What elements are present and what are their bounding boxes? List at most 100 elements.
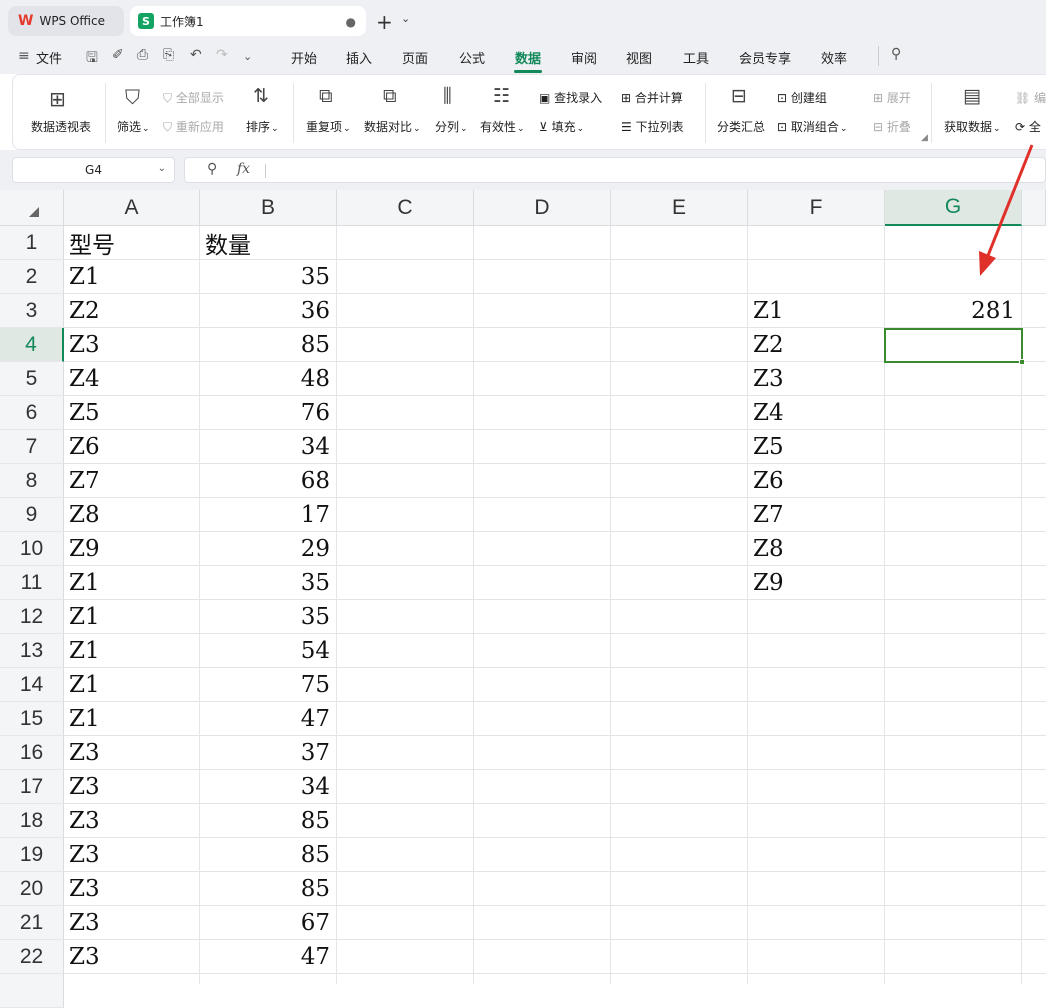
cell-b5[interactable]: 48 [200, 362, 336, 396]
expand-button[interactable]: ⊞ 展开 [873, 89, 911, 106]
column-header-h-partial[interactable] [1022, 190, 1046, 226]
cell-f8[interactable]: Z6 [748, 464, 884, 498]
column-header-e[interactable]: E [611, 190, 748, 226]
fill-handle[interactable] [1019, 359, 1025, 365]
row-header-14[interactable]: 14 [0, 668, 64, 702]
cell-b3[interactable]: 36 [200, 294, 336, 328]
tab-workbook[interactable]: S 工作簿1 ● [130, 6, 366, 36]
row-header-4[interactable]: 4 [0, 328, 64, 362]
cell-b7[interactable]: 34 [200, 430, 336, 464]
compare-button[interactable]: 数据对比⌄ [364, 118, 421, 135]
menu-tools[interactable]: 工具 [683, 48, 709, 67]
get-data-icon[interactable]: ▤ [963, 85, 981, 107]
cell-a22[interactable]: Z3 [64, 940, 199, 974]
column-header-b[interactable]: B [200, 190, 337, 226]
subtotal-icon[interactable]: ⊟ [731, 85, 747, 107]
cell-a8[interactable]: Z7 [64, 464, 199, 498]
filter-icon[interactable]: ⛉ [125, 85, 140, 109]
menu-member[interactable]: 会员专享 [739, 48, 791, 67]
cell-a3[interactable]: Z2 [64, 294, 199, 328]
row-header-9[interactable]: 9 [0, 498, 64, 532]
subtotal-button[interactable]: 分类汇总 [717, 118, 765, 135]
row-header-1[interactable]: 1 [0, 226, 64, 260]
row-header-8[interactable]: 8 [0, 464, 64, 498]
cell-a13[interactable]: Z1 [64, 634, 199, 668]
sort-button[interactable]: 排序⌄ [246, 118, 279, 135]
cell-f5[interactable]: Z3 [748, 362, 884, 396]
find-entry-button[interactable]: ▣ 查找录入 [539, 89, 602, 106]
column-header-d[interactable]: D [474, 190, 611, 226]
cell-b6[interactable]: 76 [200, 396, 336, 430]
cell-b15[interactable]: 47 [200, 702, 336, 736]
fold-button[interactable]: ⊟ 折叠 [873, 118, 911, 135]
menu-file[interactable]: 文件 [36, 48, 62, 67]
cell-f6[interactable]: Z4 [748, 396, 884, 430]
refresh-all-button[interactable]: ⟳ 全 [1015, 118, 1041, 135]
ribbon-expand-corner-icon[interactable]: ◢ [921, 133, 928, 143]
cell-b22[interactable]: 47 [200, 940, 336, 974]
filter-button[interactable]: 筛选⌄ [117, 118, 150, 135]
menu-view[interactable]: 视图 [626, 48, 652, 67]
cell-a6[interactable]: Z5 [64, 396, 199, 430]
search-icon[interactable]: ⚲ [891, 46, 901, 62]
brush-icon[interactable]: ✐ [112, 47, 124, 63]
validity-button[interactable]: 有效性⌄ [480, 118, 525, 135]
cell-a9[interactable]: Z8 [64, 498, 199, 532]
redo-icon[interactable]: ↷ [216, 47, 228, 63]
edit-links-button[interactable]: ⛓ 编 [1015, 89, 1046, 106]
pivot-table-button[interactable]: 数据透视表 [31, 118, 91, 135]
cell-b4[interactable]: 85 [200, 328, 336, 362]
cell-a10[interactable]: Z9 [64, 532, 199, 566]
show-all-button[interactable]: ⛉ 全部显示 [163, 89, 224, 106]
row-header-20[interactable]: 20 [0, 872, 64, 906]
sort-icon[interactable]: ⇅ [253, 85, 269, 107]
row-header-22[interactable]: 22 [0, 940, 64, 974]
cell-a4[interactable]: Z3 [64, 328, 199, 362]
row-header-2[interactable]: 2 [0, 260, 64, 294]
hamburger-icon[interactable]: ≡ [18, 48, 30, 64]
select-all-corner[interactable] [0, 190, 64, 226]
cell-b13[interactable]: 54 [200, 634, 336, 668]
cell-b16[interactable]: 37 [200, 736, 336, 770]
formula-input[interactable]: ⚲ fx [184, 157, 1046, 183]
undo-icon[interactable]: ↶ [190, 47, 202, 63]
new-tab-button[interactable]: + [376, 10, 393, 34]
fx-icon[interactable]: fx [237, 161, 250, 177]
quick-access-chevron-icon[interactable]: ⌄ [243, 50, 252, 63]
cell-f7[interactable]: Z5 [748, 430, 884, 464]
row-header-19[interactable]: 19 [0, 838, 64, 872]
row-header-18[interactable]: 18 [0, 804, 64, 838]
name-box-chevron-icon[interactable]: ⌄ [158, 163, 166, 174]
cell-b9[interactable]: 17 [200, 498, 336, 532]
cell-b14[interactable]: 75 [200, 668, 336, 702]
menu-formula[interactable]: 公式 [459, 48, 485, 67]
cell-a15[interactable]: Z1 [64, 702, 199, 736]
zoom-icon[interactable]: ⚲ [207, 161, 217, 177]
cell-b8[interactable]: 68 [200, 464, 336, 498]
column-header-a[interactable]: A [64, 190, 200, 226]
pivot-table-icon[interactable]: ⊞ [49, 87, 66, 111]
cell-g3[interactable]: 281 [885, 294, 1021, 328]
cell-b12[interactable]: 35 [200, 600, 336, 634]
compare-icon[interactable]: ⧉ [383, 85, 397, 107]
active-cell-selection[interactable] [884, 328, 1025, 365]
row-header-11[interactable]: 11 [0, 566, 64, 600]
get-data-button[interactable]: 获取数据⌄ [944, 118, 1001, 135]
cell-b19[interactable]: 85 [200, 838, 336, 872]
menu-efficiency[interactable]: 效率 [821, 48, 847, 67]
cell-a12[interactable]: Z1 [64, 600, 199, 634]
name-box[interactable]: G4 ⌄ [12, 157, 175, 183]
ungroup-button[interactable]: ⊡ 取消组合⌄ [777, 118, 847, 135]
row-header-7[interactable]: 7 [0, 430, 64, 464]
tab-list-chevron-icon[interactable]: ⌄ [401, 12, 410, 25]
menu-review[interactable]: 审阅 [571, 48, 597, 67]
cell-b1[interactable]: 数量 [200, 226, 336, 260]
cell-f4[interactable]: Z2 [748, 328, 884, 362]
unsaved-dot-icon[interactable]: ● [346, 15, 356, 29]
duplicates-icon[interactable]: ⧉ [319, 85, 333, 107]
cell-b2[interactable]: 35 [200, 260, 336, 294]
cell-a7[interactable]: Z6 [64, 430, 199, 464]
cell-a14[interactable]: Z1 [64, 668, 199, 702]
column-header-g[interactable]: G [885, 190, 1022, 226]
row-header-6[interactable]: 6 [0, 396, 64, 430]
